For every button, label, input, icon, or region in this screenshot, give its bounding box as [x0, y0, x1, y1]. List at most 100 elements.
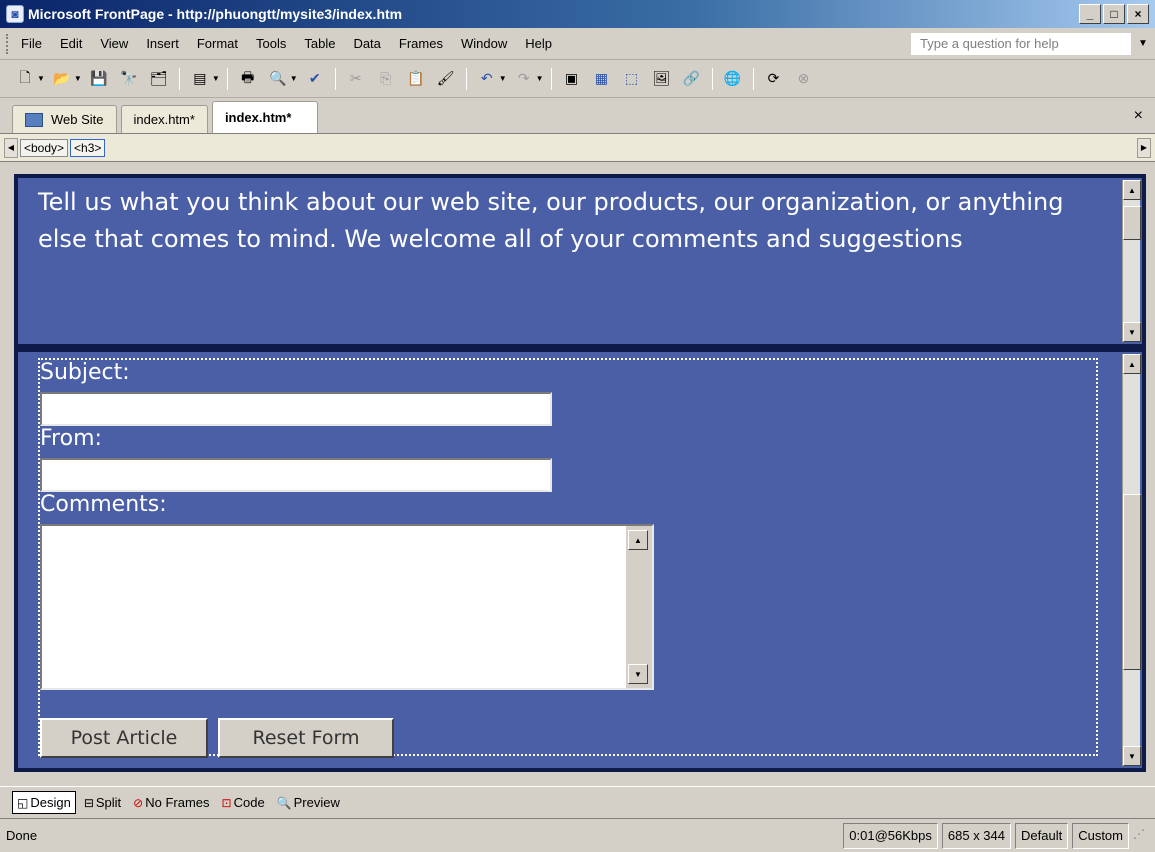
scroll-down-icon[interactable]: ▼ [1123, 322, 1141, 342]
layer-icon[interactable]: ▤ [189, 68, 211, 90]
web-component-icon[interactable]: ▣ [561, 68, 583, 90]
new-page-icon[interactable]: 🗋 [14, 68, 36, 90]
frontpage-app-icon[interactable]: ◙ [6, 5, 24, 23]
scroll-up-icon[interactable]: ▲ [1123, 354, 1141, 374]
default-mode[interactable]: Default [1015, 822, 1069, 849]
new-dropdown-icon[interactable]: ▼ [37, 74, 45, 83]
format-painter-icon[interactable]: 🖌 [435, 68, 457, 90]
comments-textarea[interactable]: ▲ ▼ [40, 524, 654, 690]
download-time[interactable]: 0:01@56Kbps [843, 822, 938, 849]
menu-insert[interactable]: Insert [137, 36, 188, 51]
undo-dropdown-icon[interactable]: ▼ [499, 74, 507, 83]
menu-format[interactable]: Format [188, 36, 247, 51]
editor-area: Tell us what you think about our web sit… [0, 162, 1155, 786]
toolbar-separator [752, 67, 754, 90]
print-icon[interactable]: 🖶 [237, 68, 259, 90]
close-document-icon[interactable]: × [1134, 107, 1143, 125]
tab-label: Web Site [51, 112, 104, 127]
spelling-icon[interactable]: ✔ [304, 68, 326, 90]
design-view-tab[interactable]: ◱ Design [12, 791, 76, 814]
header-frame[interactable]: Tell us what you think about our web sit… [14, 174, 1146, 348]
scroll-up-icon[interactable]: ▲ [628, 530, 648, 550]
scroll-thumb[interactable] [1123, 206, 1141, 240]
tab-index-htm-1[interactable]: index.htm* [120, 105, 208, 133]
resize-grip-icon[interactable]: ⋰ [1133, 827, 1151, 845]
comments-scrollbar[interactable]: ▲ ▼ [626, 526, 652, 688]
scroll-thumb[interactable] [1123, 494, 1141, 670]
menu-data[interactable]: Data [344, 36, 389, 51]
tag-body[interactable]: <body> [20, 138, 69, 157]
tab-web-site[interactable]: Web Site [12, 105, 117, 133]
save-icon[interactable]: 💾 [88, 68, 110, 90]
redo-dropdown-icon[interactable]: ▼ [536, 74, 544, 83]
from-input[interactable] [40, 458, 552, 492]
menu-view[interactable]: View [91, 36, 137, 51]
reset-form-button[interactable]: Reset Form [218, 718, 394, 758]
code-label: Code [233, 795, 265, 810]
tag-scroll-left-icon[interactable]: ◀ [4, 137, 18, 158]
no-frames-label: No Frames [145, 795, 210, 810]
tag-scroll-right-icon[interactable]: ▶ [1137, 137, 1151, 158]
insert-table-icon[interactable]: ▦ [591, 68, 613, 90]
form-frame[interactable]: Subject: From: Comments: ▲ ▼ Post Articl… [14, 348, 1146, 772]
search-icon[interactable]: 🔭 [118, 68, 140, 90]
paste-icon[interactable]: 📋 [405, 68, 427, 90]
toolbar-separator [711, 67, 713, 90]
undo-icon[interactable]: ↶ [476, 68, 498, 90]
layer-dropdown-icon[interactable]: ▼ [212, 74, 220, 83]
subject-label: Subject: [40, 360, 130, 385]
refresh-icon[interactable]: ⟳ [763, 68, 785, 90]
help-dropdown-icon[interactable]: ▼ [1131, 38, 1155, 49]
copy-icon[interactable]: ⎘ [375, 68, 397, 90]
standard-toolbar: 🗋 ▼ 📂 ▼ 💾 🔭 🗂 ▤ ▼ 🖶 🔍 ▼ ✔ ✂ ⎘ 📋 🖌 ↶ ▼ ↷ ▼ ▣ ▦ … [0, 60, 1155, 98]
split-label: Split [95, 795, 122, 810]
no-frames-view-tab[interactable]: ⊘ No Frames [129, 792, 213, 813]
close-button[interactable]: × [1127, 4, 1149, 24]
stop-icon[interactable]: ⊗ [793, 68, 815, 90]
post-article-button[interactable]: Post Article [40, 718, 208, 758]
toolbar-separator [226, 67, 228, 90]
form-frame-scrollbar[interactable]: ▲ ▼ [1122, 354, 1141, 766]
hyperlink-icon[interactable]: 🔗 [681, 68, 703, 90]
publish-icon[interactable]: 🗂 [148, 68, 170, 90]
menu-frames[interactable]: Frames [390, 36, 452, 51]
open-dropdown-icon[interactable]: ▼ [74, 74, 82, 83]
scroll-down-icon[interactable]: ▼ [628, 664, 648, 684]
maximize-button[interactable]: □ [1103, 4, 1125, 24]
preview-dropdown-icon[interactable]: ▼ [290, 74, 298, 83]
insert-layer-icon[interactable]: ⬚ [621, 68, 643, 90]
code-icon: ⊡ [221, 795, 232, 810]
view-mode-bar: ◱ Design ⊟ Split ⊘ No Frames ⊡ Code 🔍 Pr… [0, 786, 1155, 818]
preview-view-tab[interactable]: 🔍 Preview [273, 792, 344, 813]
tab-index-htm-2[interactable]: index.htm* [211, 101, 319, 133]
menu-window[interactable]: Window [452, 36, 516, 51]
insert-picture-icon[interactable]: 🖼 [651, 68, 673, 90]
header-frame-scrollbar[interactable]: ▲ ▼ [1122, 180, 1141, 342]
comments-label: Comments: [40, 492, 167, 517]
menu-table[interactable]: Table [295, 36, 344, 51]
menu-edit[interactable]: Edit [51, 36, 91, 51]
custom-mode[interactable]: Custom [1072, 822, 1129, 849]
scroll-down-icon[interactable]: ▼ [1123, 746, 1141, 766]
header-text[interactable]: Tell us what you think about our web sit… [38, 184, 1108, 258]
tag-h3[interactable]: <h3> [70, 138, 106, 157]
menu-tools[interactable]: Tools [247, 36, 295, 51]
menu-file[interactable]: File [12, 36, 51, 51]
open-icon[interactable]: 📂 [51, 68, 73, 90]
scroll-up-icon[interactable]: ▲ [1123, 180, 1141, 200]
code-view-tab[interactable]: ⊡ Code [218, 792, 269, 813]
split-view-tab[interactable]: ⊟ Split [80, 792, 125, 813]
subject-input[interactable] [40, 392, 552, 426]
cut-icon[interactable]: ✂ [345, 68, 367, 90]
toolbar-separator [334, 67, 336, 90]
web-icon[interactable]: 🌐 [722, 68, 744, 90]
feedback-form[interactable]: Subject: From: Comments: ▲ ▼ Post Articl… [38, 358, 1098, 758]
redo-icon[interactable]: ↷ [513, 68, 535, 90]
minimize-button[interactable]: _ [1079, 4, 1101, 24]
help-question-input[interactable]: Type a question for help [911, 32, 1131, 55]
menu-help[interactable]: Help [516, 36, 561, 51]
tab-label: index.htm* [133, 112, 195, 127]
status-bar: Done 0:01@56Kbps 685 x 344 Default Custo… [0, 818, 1155, 852]
print-preview-icon[interactable]: 🔍 [267, 68, 289, 90]
page-size[interactable]: 685 x 344 [941, 822, 1011, 849]
